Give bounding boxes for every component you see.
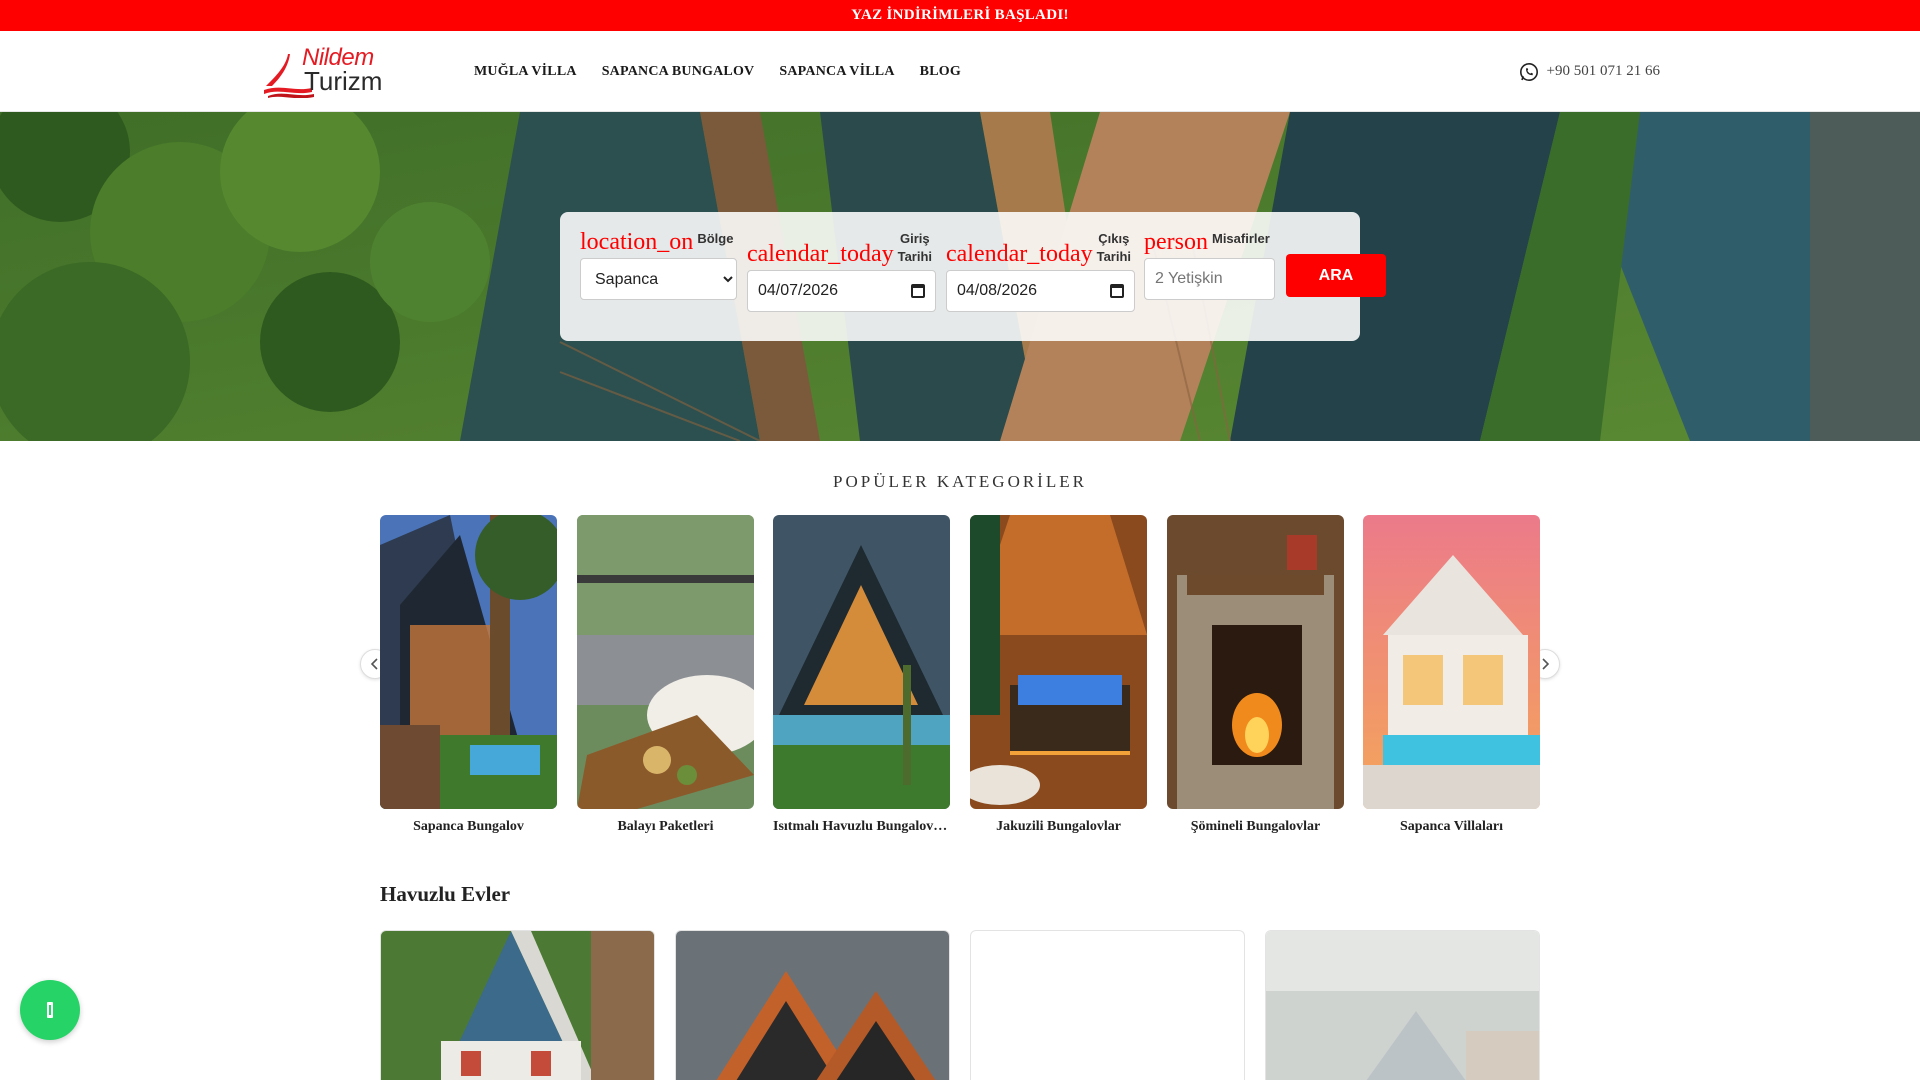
checkin-label: Giriş Tarihi	[898, 230, 932, 266]
listing-card[interactable]	[675, 930, 950, 1080]
category-card[interactable]: Şömineli Bungalovlar	[1167, 515, 1344, 835]
calendar-picker-icon[interactable]	[1110, 284, 1124, 299]
checkin-date-input[interactable]: 04/07/2026	[747, 270, 936, 313]
checkout-date-input[interactable]: 04/08/2026	[946, 270, 1135, 313]
checkin-label-line2: Tarihi	[897, 249, 933, 265]
checkout-label-line1: Çıkış	[1098, 231, 1130, 246]
person-icon: person	[1144, 229, 1208, 255]
location-icon: location_on	[580, 229, 694, 255]
guests-input[interactable]	[1144, 258, 1275, 300]
checkin-date-value: 04/07/2026	[758, 282, 839, 300]
category-name: Sapanca Bungalov	[413, 819, 524, 834]
whatsapp-icon	[1519, 62, 1538, 81]
nav-item-sapanca-villa[interactable]: SAPANCA VİLLA	[779, 64, 894, 80]
phone-number: +90 501 071 21 66	[1546, 63, 1660, 79]
guests-label: Misafirler	[1211, 231, 1270, 246]
category-image	[380, 515, 557, 809]
main-nav: MUĞLA VİLLA SAPANCA BUNGALOV SAPANCA VİL…	[474, 31, 961, 112]
search-form: location_on Bölge Sapanca calendar_today…	[560, 212, 1386, 341]
category-image	[577, 515, 754, 809]
category-image	[773, 515, 950, 809]
region-select[interactable]: Sapanca	[580, 258, 737, 300]
listing-image	[676, 931, 949, 1080]
listing-image	[1266, 931, 1539, 1080]
checkin-field: calendar_today Giriş Tarihi 04/07/2026	[747, 230, 936, 313]
promo-banner: YAZ İNDİRİMLERİ BAŞLADI!	[0, 0, 1920, 31]
category-card[interactable]: Jakuzili Bungalovlar	[970, 515, 1147, 835]
logo-line2: Turizm	[304, 66, 383, 96]
category-name: Balayı Paketleri	[617, 819, 714, 834]
region-label: Bölge	[697, 231, 734, 246]
guests-field: person Misafirler	[1144, 230, 1275, 300]
search-button[interactable]: ARA	[1286, 254, 1386, 297]
category-image	[1363, 515, 1540, 809]
categories-title: POPÜLER KATEGORİLER	[833, 472, 1087, 491]
category-image	[1167, 515, 1344, 809]
category-name: Isıtmalı Havuzlu Bungalovlar	[773, 819, 950, 834]
categories-carousel: Sapanca Bungalov Balayı Paketleri Isıtma…	[380, 515, 1540, 845]
category-name: Şömineli Bungalovlar	[1190, 819, 1321, 834]
listing-card[interactable]	[970, 930, 1245, 1080]
category-card[interactable]: Sapanca Villaları	[1363, 515, 1540, 835]
calendar-picker-icon[interactable]	[911, 284, 925, 299]
listing-card[interactable]	[380, 930, 655, 1080]
phone-contact[interactable]: +90 501 071 21 66	[1519, 31, 1660, 112]
category-card[interactable]: Sapanca Bungalov	[380, 515, 557, 835]
checkout-label-line2: Tarihi	[1096, 249, 1132, 265]
checkout-label: Çıkış Tarihi	[1097, 230, 1131, 266]
chevron-right-icon	[1542, 658, 1550, 670]
calendar-icon: calendar_today	[747, 241, 894, 268]
site-logo[interactable]: Nildem Turizm	[264, 46, 409, 98]
calendar-icon: calendar_today	[946, 241, 1093, 268]
listing-image	[381, 931, 654, 1080]
promo-banner-text: YAZ İNDİRİMLERİ BAŞLADI!	[851, 7, 1069, 23]
nav-item-blog[interactable]: BLOG	[920, 64, 961, 80]
whatsapp-float-button[interactable]	[20, 980, 80, 1040]
category-image	[970, 515, 1147, 809]
category-name: Jakuzili Bungalovlar	[996, 819, 1121, 834]
region-field: location_on Bölge Sapanca	[580, 230, 737, 300]
category-card[interactable]: Balayı Paketleri	[577, 515, 754, 835]
listing-card[interactable]	[1265, 930, 1540, 1080]
category-name: Sapanca Villaları	[1399, 819, 1504, 834]
category-card[interactable]: Isıtmalı Havuzlu Bungalovlar	[773, 515, 950, 835]
checkout-date-value: 04/08/2026	[957, 282, 1038, 300]
whatsapp-icon	[47, 1002, 53, 1018]
nav-item-mugla-villa[interactable]: MUĞLA VİLLA	[474, 64, 577, 80]
nav-item-sapanca-bungalov[interactable]: SAPANCA BUNGALOV	[602, 64, 755, 80]
checkin-label-line1: Giriş	[900, 231, 930, 246]
site-header: Nildem Turizm MUĞLA VİLLA SAPANCA BUNGAL…	[0, 31, 1920, 112]
checkout-field: calendar_today Çıkış Tarihi 04/08/2026	[946, 230, 1135, 313]
pool-homes-title: Havuzlu Evler	[380, 882, 511, 906]
